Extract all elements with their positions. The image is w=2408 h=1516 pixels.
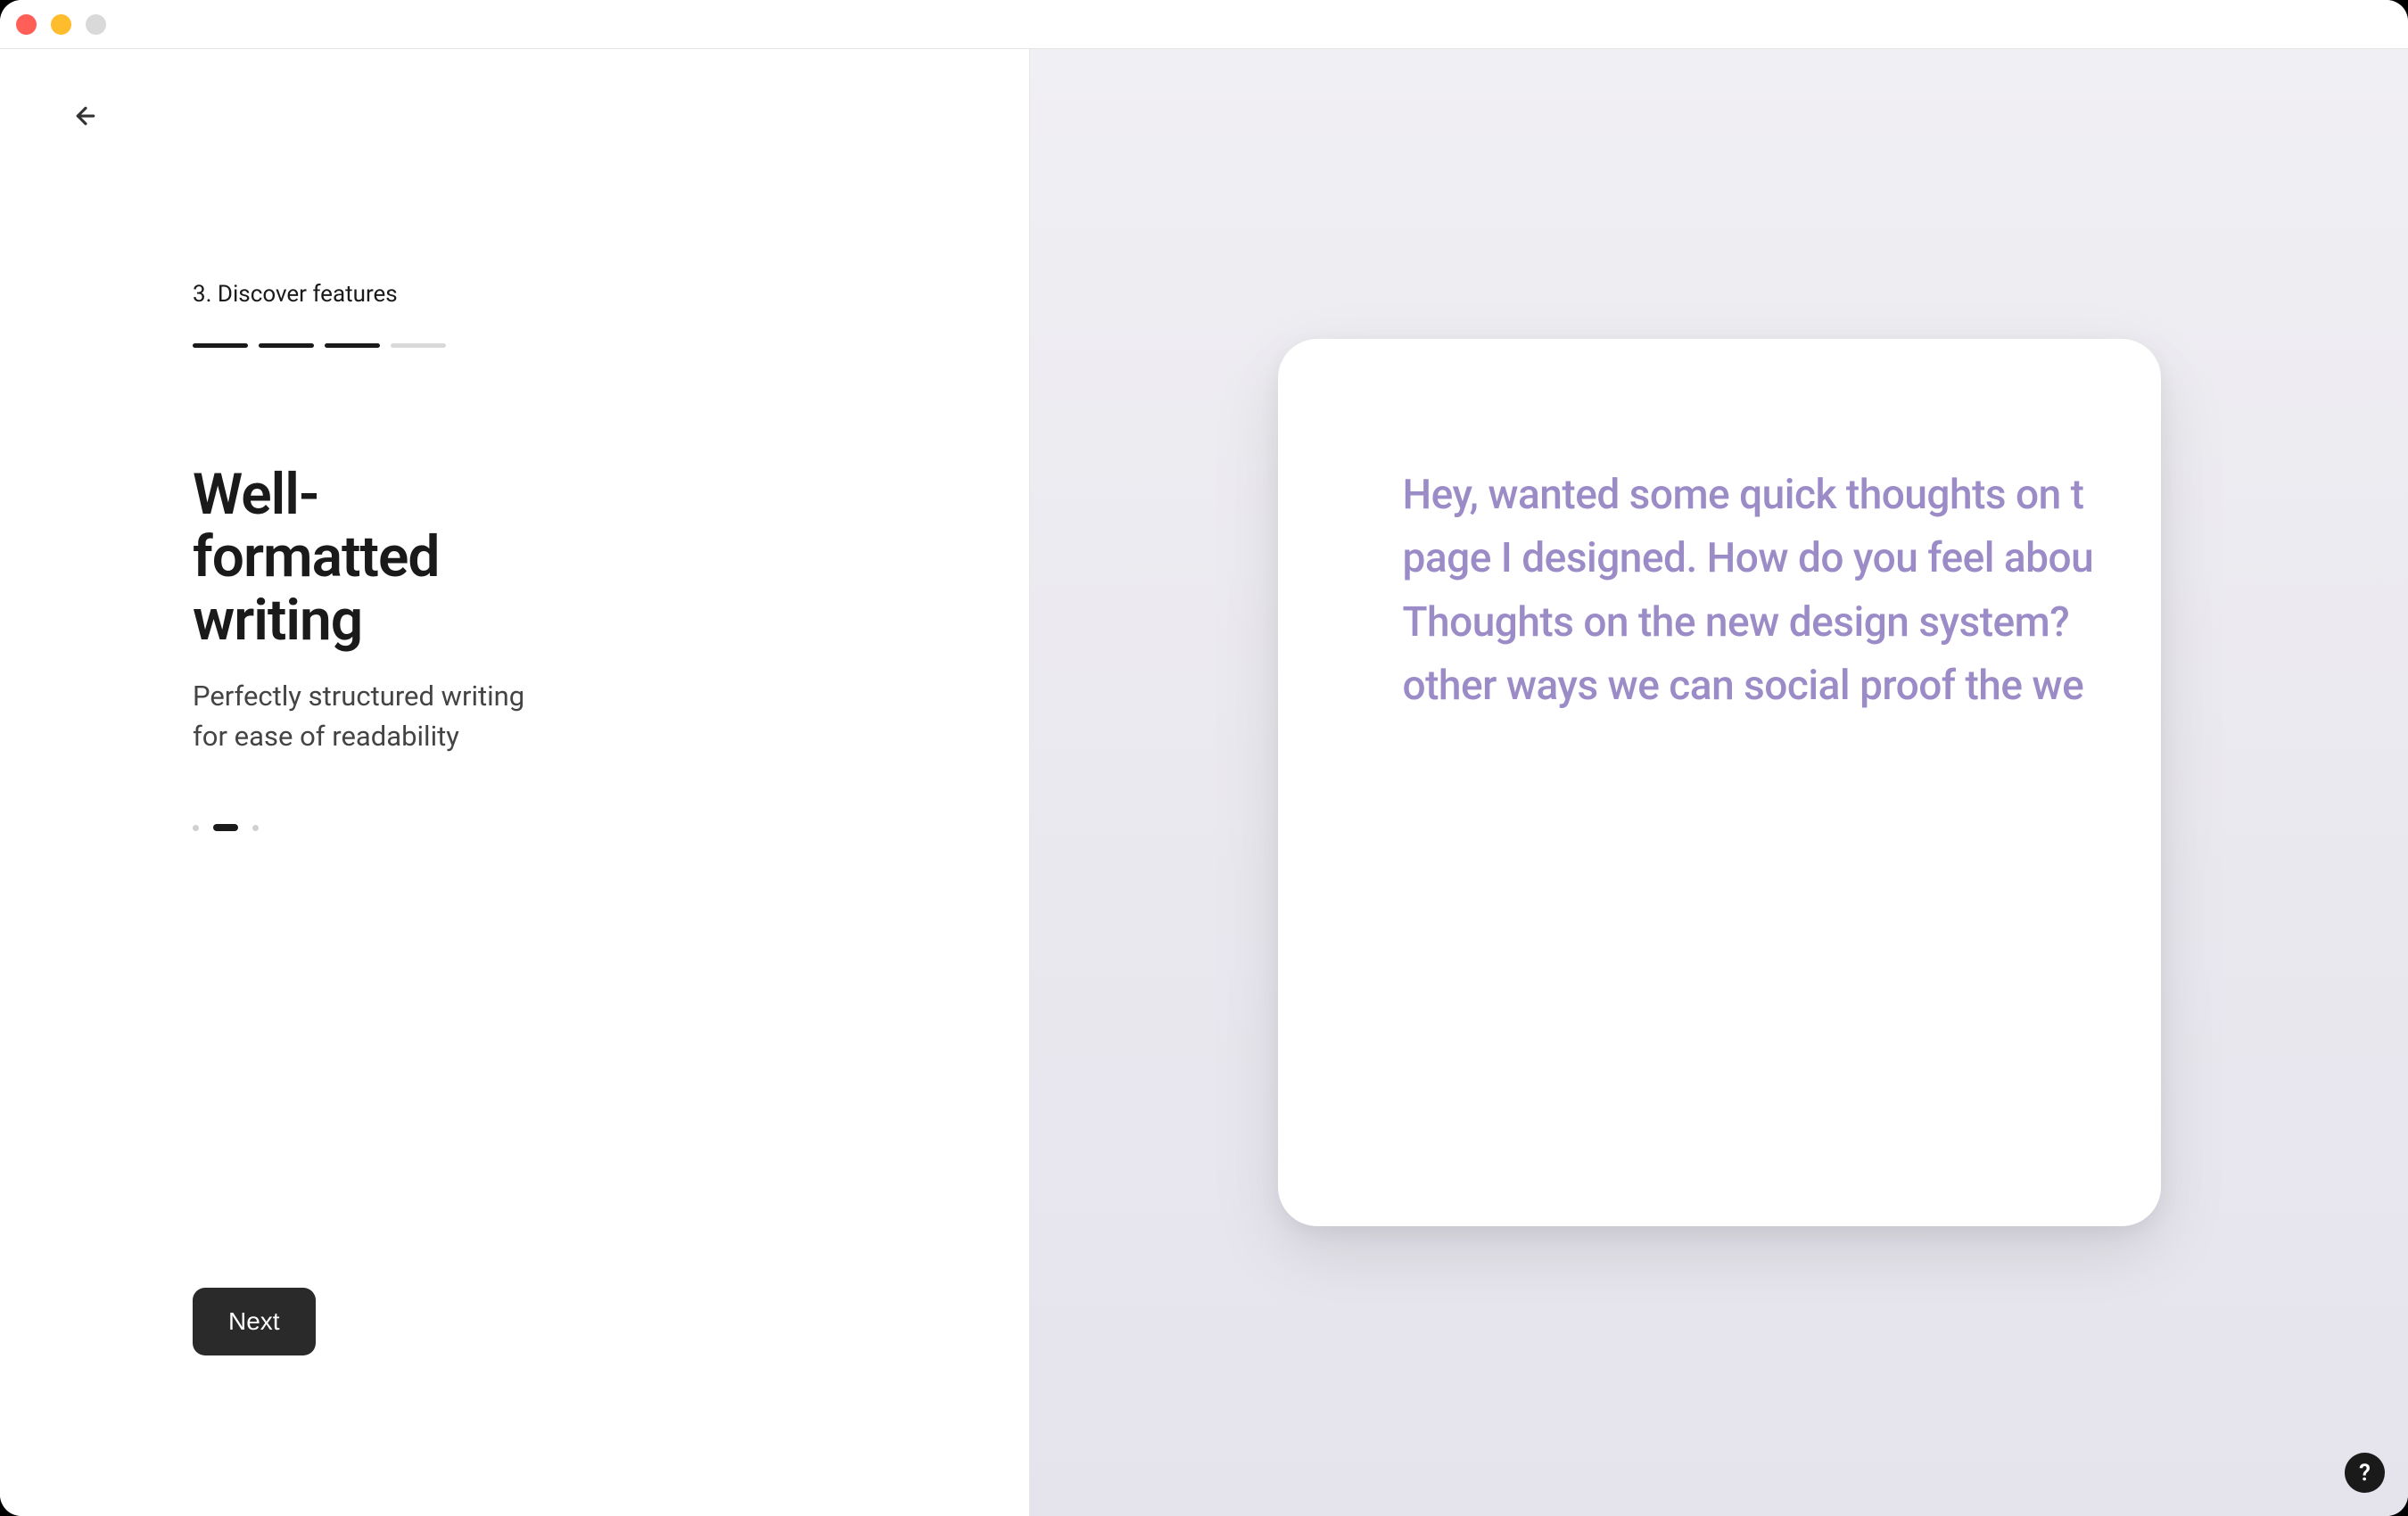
- left-panel: 3. Discover features Well-formatted writ…: [0, 49, 1030, 1516]
- carousel-indicator: [193, 824, 553, 831]
- feature-headline: Well-formatted writing: [193, 464, 553, 652]
- preview-line-3: Thoughts on the new design system?: [1403, 591, 2161, 655]
- help-button[interactable]: ?: [2345, 1453, 2385, 1493]
- carousel-dot-1[interactable]: [193, 825, 199, 831]
- preview-card: Hey, wanted some quick thoughts on t pag…: [1278, 339, 2161, 1226]
- feature-subtext: Perfectly structured writing for ease of…: [193, 677, 553, 757]
- preview-line-1: Hey, wanted some quick thoughts on t: [1403, 464, 2161, 527]
- content-area: 3. Discover features Well-formatted writ…: [0, 49, 2408, 1516]
- arrow-left-icon: [72, 103, 99, 129]
- back-button[interactable]: [68, 98, 103, 134]
- onboarding-content: 3. Discover features Well-formatted writ…: [0, 120, 553, 831]
- app-window: 3. Discover features Well-formatted writ…: [0, 0, 2408, 1516]
- progress-segment-1: [193, 343, 248, 348]
- titlebar: [0, 0, 2408, 49]
- minimize-window-button[interactable]: [51, 14, 71, 35]
- traffic-lights: [16, 14, 106, 35]
- step-progress: [193, 343, 553, 348]
- next-button[interactable]: Next: [193, 1288, 316, 1355]
- step-label: 3. Discover features: [193, 281, 553, 308]
- preview-line-2: page I designed. How do you feel abou: [1403, 527, 2161, 590]
- maximize-window-button[interactable]: [86, 14, 106, 35]
- preview-line-4: other ways we can social proof the we: [1403, 655, 2161, 718]
- carousel-dot-2[interactable]: [213, 824, 238, 831]
- progress-segment-4: [391, 343, 446, 348]
- progress-segment-3: [325, 343, 380, 348]
- carousel-dot-3[interactable]: [252, 825, 259, 831]
- progress-segment-2: [259, 343, 314, 348]
- right-panel: Hey, wanted some quick thoughts on t pag…: [1030, 49, 2408, 1516]
- close-window-button[interactable]: [16, 14, 37, 35]
